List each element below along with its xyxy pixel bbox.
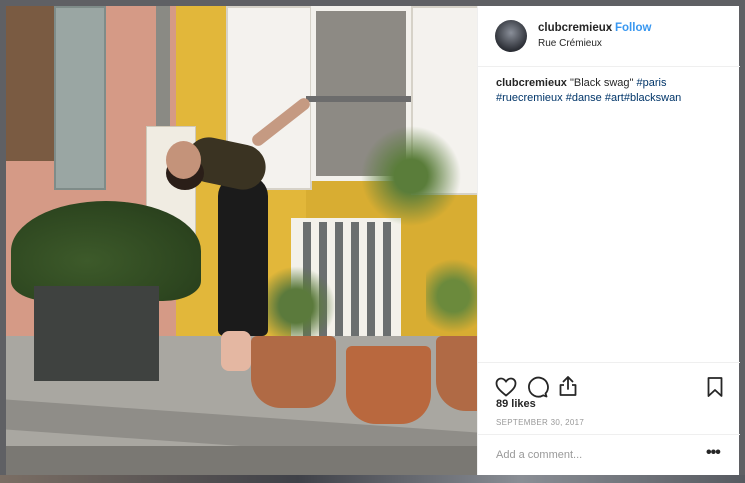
heart-icon[interactable] [494,375,518,399]
photo-plant [256,266,336,346]
comment-bar: Add a comment... ••• [478,434,740,476]
follow-button[interactable]: Follow [615,22,651,34]
photo-drainpipe [156,6,170,126]
hashtag-link[interactable]: #ruecremieux [496,92,563,104]
hashtag-link[interactable]: #art [605,92,624,104]
photo-tree [346,116,476,266]
photo-planter [34,286,159,381]
photo-pot-right [436,336,477,411]
post-photo[interactable] [6,6,477,475]
more-options-icon[interactable]: ••• [706,444,721,462]
post-modal: clubcremieux • Follow Rue Crémieux clubc… [6,6,740,476]
photo-pointe-shoes [221,331,251,371]
background-strip [0,475,745,483]
post-caption: clubcremieux "Black swag" #paris #ruecre… [496,76,726,106]
photo-shutter-left [54,6,106,190]
hashtag-link[interactable]: #blackswan [624,92,681,104]
photo-street [6,446,477,475]
photo-dancer-legs [218,176,268,336]
post-header: clubcremieux • Follow Rue Crémieux [478,6,740,67]
likes-count[interactable]: 89 likes [496,398,536,410]
bookmark-icon[interactable] [703,375,727,399]
avatar[interactable] [495,20,527,52]
photo-pot-left [251,336,336,408]
separator-dot: • [607,22,611,34]
comment-icon[interactable] [525,375,549,399]
photo-plant-right [426,251,477,341]
caption-text: "Black swag" [566,77,637,89]
photo-window-left [6,6,60,161]
location-link[interactable]: Rue Crémieux [538,38,602,49]
post-side-panel: clubcremieux • Follow Rue Crémieux clubc… [477,6,740,476]
photo-pot-middle [346,346,431,424]
post-date: SEPTEMBER 30, 2017 [496,418,585,427]
hashtag-link[interactable]: #paris [636,77,666,89]
hashtag-link[interactable]: #danse [566,92,602,104]
caption-username[interactable]: clubcremieux [496,77,567,89]
comment-input[interactable]: Add a comment... [496,449,582,461]
share-icon[interactable] [556,374,580,398]
photo-window-rail [306,96,411,102]
photo-dancer-head [166,141,201,179]
username-link[interactable]: clubcremieux [538,22,612,34]
